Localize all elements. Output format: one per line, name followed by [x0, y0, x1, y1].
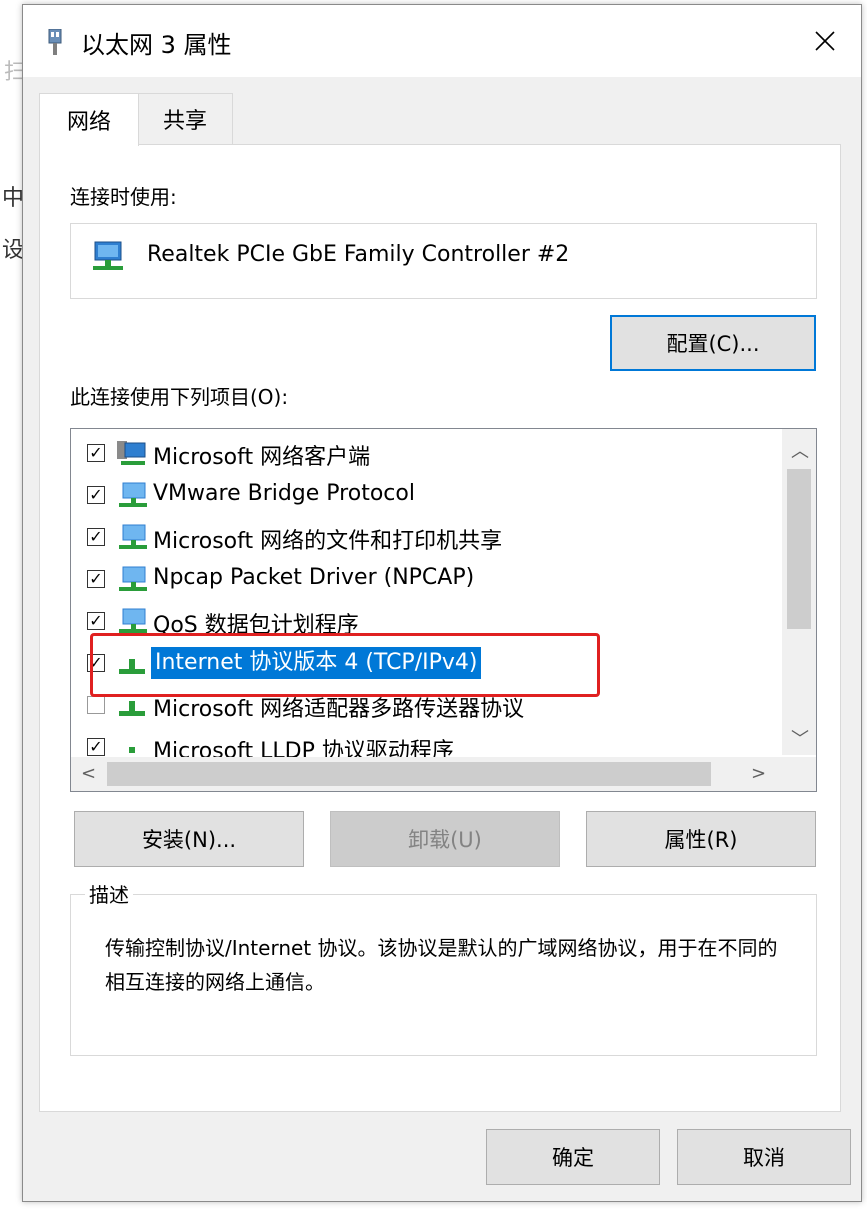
window-title: 以太网 3 属性: [81, 31, 232, 59]
title-bar[interactable]: 以太网 3 属性: [23, 5, 861, 77]
network-service-icon: [119, 482, 147, 507]
description-legend: 描述: [85, 879, 133, 908]
properties-button[interactable]: 属性(R): [586, 811, 816, 867]
scroll-down-icon[interactable]: ﹀: [791, 725, 809, 751]
item-label: Microsoft 网络客户端: [153, 445, 371, 470]
list-item[interactable]: ✓ VMware Bridge Protocol: [71, 475, 777, 515]
annotation-highlight-box: [90, 633, 600, 697]
components-list[interactable]: ✓ Microsoft 网络客户端 ✓ VMware Bridge Protoc…: [70, 428, 817, 792]
item-label: Microsoft 网络的文件和打印机共享: [153, 529, 503, 554]
checkbox[interactable]: ✓: [87, 612, 105, 630]
properties-dialog: 以太网 3 属性 网络 共享 连接时使用: Realtek PCIe GbE F…: [22, 4, 862, 1202]
install-button[interactable]: 安装(N)...: [74, 811, 304, 867]
checkbox[interactable]: ✓: [87, 570, 105, 588]
background-text: 中: [2, 186, 25, 211]
item-label: VMware Bridge Protocol: [153, 481, 415, 506]
item-label: Npcap Packet Driver (NPCAP): [153, 565, 475, 590]
network-service-icon: [119, 524, 147, 549]
checkbox[interactable]: ✓: [87, 444, 105, 462]
network-adapter-icon: [93, 241, 123, 270]
tab-sharing[interactable]: 共享: [137, 93, 233, 145]
vertical-scroll-thumb[interactable]: [787, 469, 811, 629]
list-item[interactable]: ✓ Npcap Packet Driver (NPCAP): [71, 559, 777, 599]
cancel-button[interactable]: 取消: [677, 1129, 851, 1185]
description-text: 传输控制协议/Internet 协议。该协议是默认的广域网络协议，用于在不同的相…: [105, 936, 778, 994]
checkbox[interactable]: ✓: [87, 738, 105, 756]
description-group: 描述 传输控制协议/Internet 协议。该协议是默认的广域网络协议，用于在不…: [70, 879, 817, 1056]
tab-network[interactable]: 网络: [39, 93, 139, 146]
adapter-box: Realtek PCIe GbE Family Controller #2: [70, 223, 817, 299]
checkbox[interactable]: ✓: [87, 486, 105, 504]
ethernet-icon: [48, 29, 62, 55]
scroll-left-icon[interactable]: <: [81, 763, 96, 784]
network-service-icon: [119, 566, 147, 591]
network-tab-panel: 连接时使用: Realtek PCIe GbE Family Controlle…: [39, 144, 841, 1112]
connect-using-label: 连接时使用:: [70, 185, 177, 209]
network-service-icon: [119, 608, 147, 633]
background-text: 设: [2, 238, 25, 263]
scroll-right-icon[interactable]: >: [751, 763, 766, 784]
scroll-up-icon[interactable]: ︿: [791, 437, 809, 463]
uninstall-button[interactable]: 卸载(U): [330, 811, 560, 867]
vertical-scrollbar[interactable]: ︿ ﹀: [782, 429, 816, 755]
close-icon: [815, 31, 835, 51]
ok-button[interactable]: 确定: [486, 1129, 660, 1185]
configure-button[interactable]: 配置(C)...: [610, 315, 816, 371]
close-button[interactable]: [789, 5, 861, 77]
list-item[interactable]: ✓ Microsoft 网络客户端: [71, 433, 777, 473]
items-label: 此连接使用下列项目(O):: [70, 385, 289, 409]
adapter-name: Realtek PCIe GbE Family Controller #2: [147, 242, 570, 267]
horizontal-scroll-thumb[interactable]: [107, 762, 711, 786]
list-item[interactable]: ✓ Microsoft 网络的文件和打印机共享: [71, 517, 777, 557]
checkbox[interactable]: [87, 696, 105, 714]
horizontal-scrollbar[interactable]: < >: [71, 757, 816, 791]
checkbox[interactable]: ✓: [87, 528, 105, 546]
network-client-icon: [117, 441, 146, 465]
